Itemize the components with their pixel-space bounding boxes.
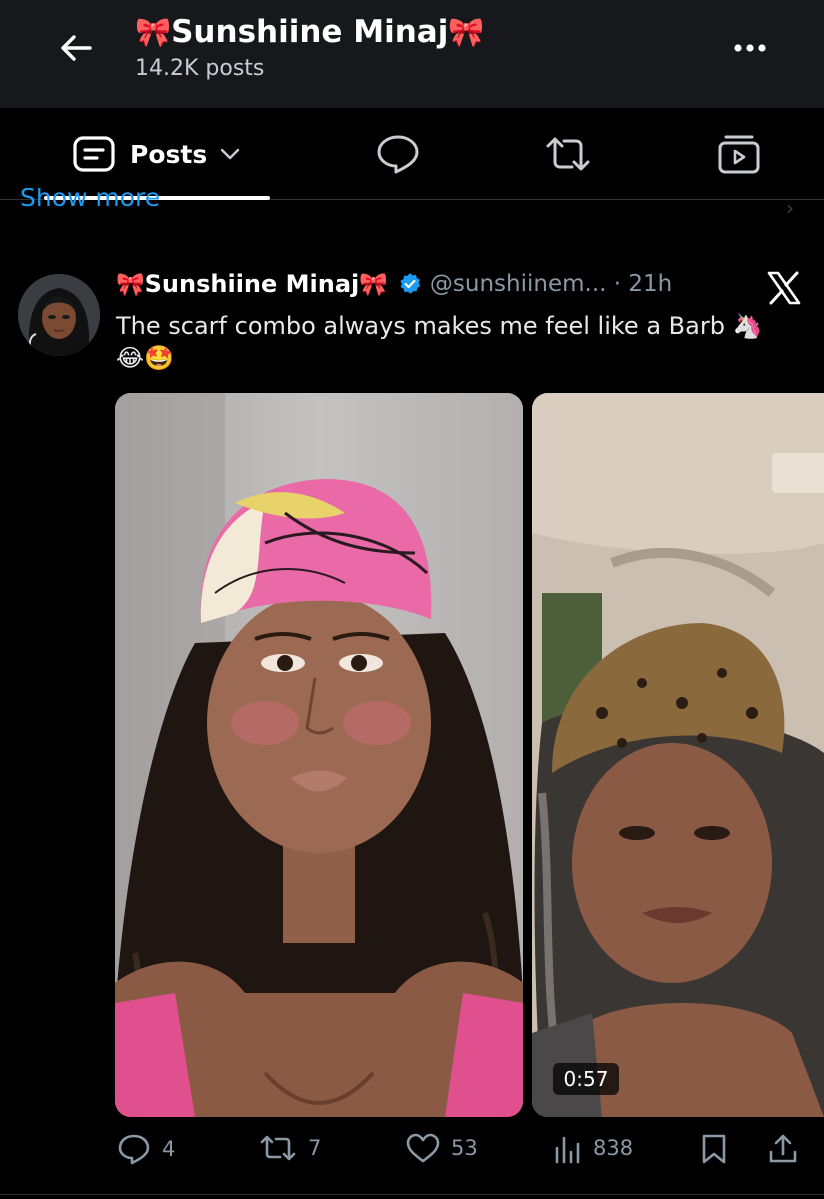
post-actions: 4 7 53 838 — [0, 1128, 824, 1176]
post-header: 🎀Sunshiine Minaj🎀 @sunshiinem... · 21h — [116, 270, 672, 298]
views-chart-icon — [555, 1136, 580, 1164]
reply-button[interactable]: 4 — [116, 1132, 175, 1166]
avatar[interactable] — [18, 274, 100, 356]
tab-reposts[interactable] — [542, 132, 594, 176]
video-duration: 0:57 — [553, 1063, 619, 1095]
bow-emoji: 🎀 — [359, 272, 388, 298]
more-options-icon[interactable] — [730, 30, 770, 66]
like-button[interactable]: 53 — [405, 1132, 478, 1164]
chevron-down-icon[interactable] — [219, 147, 241, 161]
reposts-icon — [546, 137, 590, 171]
reply-icon — [118, 1134, 150, 1165]
views-button[interactable]: 838 — [553, 1132, 633, 1164]
bookmark-icon — [702, 1134, 726, 1164]
post-author-name[interactable]: 🎀Sunshiine Minaj🎀 — [116, 270, 388, 298]
tab-posts-label: Posts — [130, 139, 208, 169]
profile-header: 🎀Sunshiine Minaj🎀 14.2K posts — [0, 0, 824, 108]
heart-icon — [406, 1133, 440, 1163]
bow-emoji: 🎀 — [135, 15, 172, 49]
x-logo-icon — [767, 271, 801, 305]
show-more-link[interactable]: Show more — [20, 188, 160, 216]
divider — [0, 1194, 824, 1195]
handle-text: @sunshiinem... — [429, 271, 607, 297]
profile-name: Sunshiine Minaj — [171, 14, 449, 50]
profile-title: 🎀Sunshiine Minaj🎀 — [135, 14, 484, 50]
share-icon — [769, 1134, 797, 1163]
media-icon — [718, 135, 760, 174]
repost-count: 7 — [308, 1136, 322, 1160]
chevron-right-icon[interactable]: › — [786, 196, 794, 220]
back-arrow-icon[interactable] — [56, 28, 96, 68]
views-count: 838 — [593, 1136, 634, 1160]
posts-icon — [73, 136, 115, 172]
share-button[interactable] — [766, 1132, 810, 1166]
tab-posts[interactable]: Posts — [72, 132, 241, 176]
bow-emoji: 🎀 — [448, 15, 485, 49]
replies-icon — [377, 135, 419, 174]
separator: · — [613, 271, 622, 297]
author-name-text: Sunshiine Minaj — [144, 270, 360, 298]
repost-button[interactable]: 7 — [258, 1132, 321, 1164]
like-count: 53 — [451, 1136, 478, 1160]
tab-replies[interactable] — [374, 132, 422, 176]
post-image[interactable] — [115, 393, 523, 1117]
post-video[interactable] — [532, 393, 824, 1117]
profile-tabs: Posts — [0, 108, 824, 200]
post-text: The scarf combo always makes me feel lik… — [116, 312, 763, 372]
bookmark-button[interactable] — [700, 1132, 738, 1166]
posts-count: 14.2K posts — [135, 56, 265, 81]
repost-icon — [260, 1135, 296, 1161]
reply-count: 4 — [162, 1137, 176, 1161]
bow-emoji: 🎀 — [116, 272, 145, 298]
post-handle[interactable]: @sunshiinem... · 21h — [430, 271, 672, 297]
verified-badge-icon — [400, 273, 421, 294]
post-time: 21h — [628, 271, 673, 297]
tab-media[interactable] — [716, 132, 762, 176]
